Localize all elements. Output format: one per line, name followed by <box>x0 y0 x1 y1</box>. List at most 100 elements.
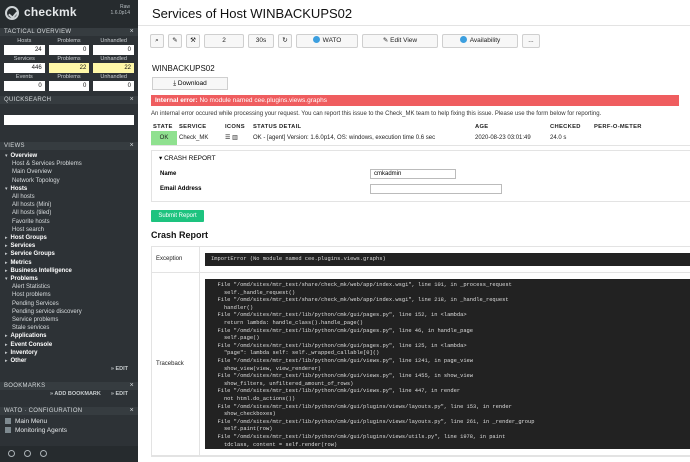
help-icon[interactable] <box>24 450 31 457</box>
tactical-count-cell[interactable]: 0 <box>93 81 134 91</box>
views-item[interactable]: Stale services <box>0 324 138 332</box>
wato-item-monitoring-agents[interactable]: Monitoring Agents <box>0 426 138 435</box>
close-icon[interactable]: × <box>130 407 134 415</box>
perfometer-cell <box>592 131 690 146</box>
views-group-header[interactable]: Metrics <box>0 259 138 267</box>
availability-button[interactable]: Availability <box>442 34 518 48</box>
column-header[interactable]: PERF-O-METER <box>592 123 690 131</box>
traceback-text: File "/omd/sites/mtr_test/share/check_mk… <box>205 279 690 450</box>
tactical-count-cell[interactable]: 0 <box>48 45 90 55</box>
views-item[interactable]: Main Overview <box>0 168 138 176</box>
tactical-count-cell[interactable]: 0 <box>93 45 134 55</box>
add-bookmark-link[interactable]: » ADD BOOKMARK <box>50 390 101 399</box>
tactical-count-cell[interactable]: 0 <box>48 81 90 91</box>
views-group-header[interactable]: Overview <box>0 152 138 160</box>
views-item[interactable]: Alert Statistics <box>0 283 138 291</box>
tactical-count-cell[interactable]: 446 <box>4 63 45 73</box>
views-item[interactable]: Favorite hosts <box>0 218 138 226</box>
name-field[interactable]: cmkadmin <box>370 168 456 179</box>
close-icon[interactable]: × <box>130 96 134 104</box>
quicksearch-title: QUICKSEARCH <box>4 97 52 103</box>
views-item[interactable]: Host problems <box>0 291 138 299</box>
views-group-header[interactable]: Services <box>0 242 138 250</box>
wato-header[interactable]: WATO · CONFIGURATION × <box>0 407 138 416</box>
crash-form-title[interactable]: ▾ CRASH REPORT <box>152 151 690 162</box>
age-cell: 2020-08-23 03:01:49 <box>473 131 548 146</box>
close-icon[interactable]: × <box>130 28 134 36</box>
submit-report-button[interactable]: Submit Report <box>151 209 204 222</box>
settings-icon[interactable] <box>8 450 15 457</box>
bookmarks-header[interactable]: BOOKMARKS × <box>0 382 138 391</box>
reload-button[interactable]: ↻ <box>278 34 292 48</box>
tactical-count-cell[interactable]: 24 <box>4 45 45 55</box>
views-item[interactable]: Network Topology <box>0 177 138 185</box>
column-header[interactable]: AGE <box>473 123 548 131</box>
views-header[interactable]: VIEWS × <box>0 142 138 150</box>
graph-icon[interactable]: ▥ <box>232 135 238 141</box>
tactical-count-cell[interactable]: 0 <box>4 81 45 91</box>
wato-label: WATO <box>322 37 342 44</box>
views-item[interactable]: All hosts <box>0 193 138 201</box>
page-title: Services of Host WINBACKUPS02 <box>138 0 690 26</box>
column-header[interactable]: STATUS DETAIL <box>251 123 473 131</box>
email-field[interactable] <box>370 183 502 194</box>
views-group-header[interactable]: Service Groups <box>0 250 138 258</box>
error-prefix: Internal error: <box>155 97 198 104</box>
quicksearch-input[interactable] <box>4 115 134 125</box>
refresh-interval-button[interactable]: 30s <box>248 34 274 48</box>
crash-details-table: Exception ImportError (No module named c… <box>151 245 690 458</box>
views-title: VIEWS <box>4 143 25 149</box>
add-bookmark-label: ADD BOOKMARK <box>54 391 101 398</box>
tactical-count-cell[interactable]: 22 <box>93 63 134 73</box>
views-group-header[interactable]: Host Groups <box>0 234 138 242</box>
column-header[interactable]: SERVICE <box>177 123 223 131</box>
column-header[interactable]: ICONS <box>223 123 251 131</box>
views-item[interactable]: Service problems <box>0 316 138 324</box>
close-icon[interactable]: × <box>130 142 134 150</box>
views-item[interactable]: All hosts (Mini) <box>0 201 138 209</box>
logout-icon[interactable] <box>40 450 47 457</box>
tactical-header-cell: Hosts <box>17 38 32 44</box>
views-item[interactable]: Pending service discovery <box>0 308 138 316</box>
bookmarks-edit-link[interactable]: » EDIT <box>111 390 128 399</box>
host-heading: WINBACKUPS02 <box>152 64 215 73</box>
close-icon[interactable]: × <box>130 382 134 390</box>
tactical-count-cell[interactable]: 22 <box>48 63 90 73</box>
views-item[interactable]: Host & Services Problems <box>0 160 138 168</box>
views-group-header[interactable]: Business Intelligence <box>0 267 138 275</box>
column-header[interactable]: STATE <box>151 123 177 131</box>
quicksearch-header[interactable]: QUICKSEARCH × <box>0 96 138 104</box>
views-group-header[interactable]: Hosts <box>0 185 138 193</box>
views-group-header[interactable]: Applications <box>0 332 138 340</box>
more-button[interactable]: ... <box>522 34 540 48</box>
views-group-header[interactable]: Other <box>0 357 138 365</box>
logo[interactable]: checkmk Raw 1.6.0p14 <box>0 0 138 28</box>
views-edit-link[interactable]: » EDIT <box>0 365 138 374</box>
views-group-header[interactable]: Event Console <box>0 341 138 349</box>
tactical-header-cell: Problems <box>57 56 81 62</box>
edit-button[interactable]: ✎ <box>168 34 182 48</box>
download-button[interactable]: ⤓ Download <box>152 77 228 90</box>
views-group-header[interactable]: Problems <box>0 275 138 283</box>
wato-title: WATO · CONFIGURATION <box>4 408 83 415</box>
wato-items: Main Menu Monitoring Agents <box>0 415 138 435</box>
wato-button[interactable]: WATO <box>296 34 358 48</box>
views-item[interactable]: Host search <box>0 226 138 234</box>
views-item[interactable]: Pending Services <box>0 300 138 308</box>
search-button[interactable]: ⌕ <box>150 34 164 48</box>
column-header[interactable]: CHECKED <box>548 123 592 131</box>
wato-item-main-menu[interactable]: Main Menu <box>0 417 138 426</box>
commands-button[interactable]: ⚒ <box>186 34 200 48</box>
exception-row: Exception ImportError (No module named c… <box>152 246 690 274</box>
views-group-header[interactable]: Inventory <box>0 349 138 357</box>
traceback-row: Traceback File "/omd/sites/mtr_test/shar… <box>152 273 690 457</box>
counter-button[interactable]: 2 <box>204 34 244 48</box>
search-icon: ⌕ <box>155 37 159 44</box>
views-item[interactable]: All hosts (tiled) <box>0 209 138 217</box>
menu-icon[interactable]: ☰ <box>225 135 230 141</box>
reload-icon: ↻ <box>282 37 288 44</box>
service-cell[interactable]: Check_MK <box>177 131 223 146</box>
table-row[interactable]: OK Check_MK ☰ ▥ OK - [agent] Version: 1.… <box>151 131 690 146</box>
tactical-overview-header[interactable]: TACTICAL OVERVIEW × <box>0 28 138 36</box>
edit-view-button[interactable]: ✎ Edit View <box>362 34 438 48</box>
